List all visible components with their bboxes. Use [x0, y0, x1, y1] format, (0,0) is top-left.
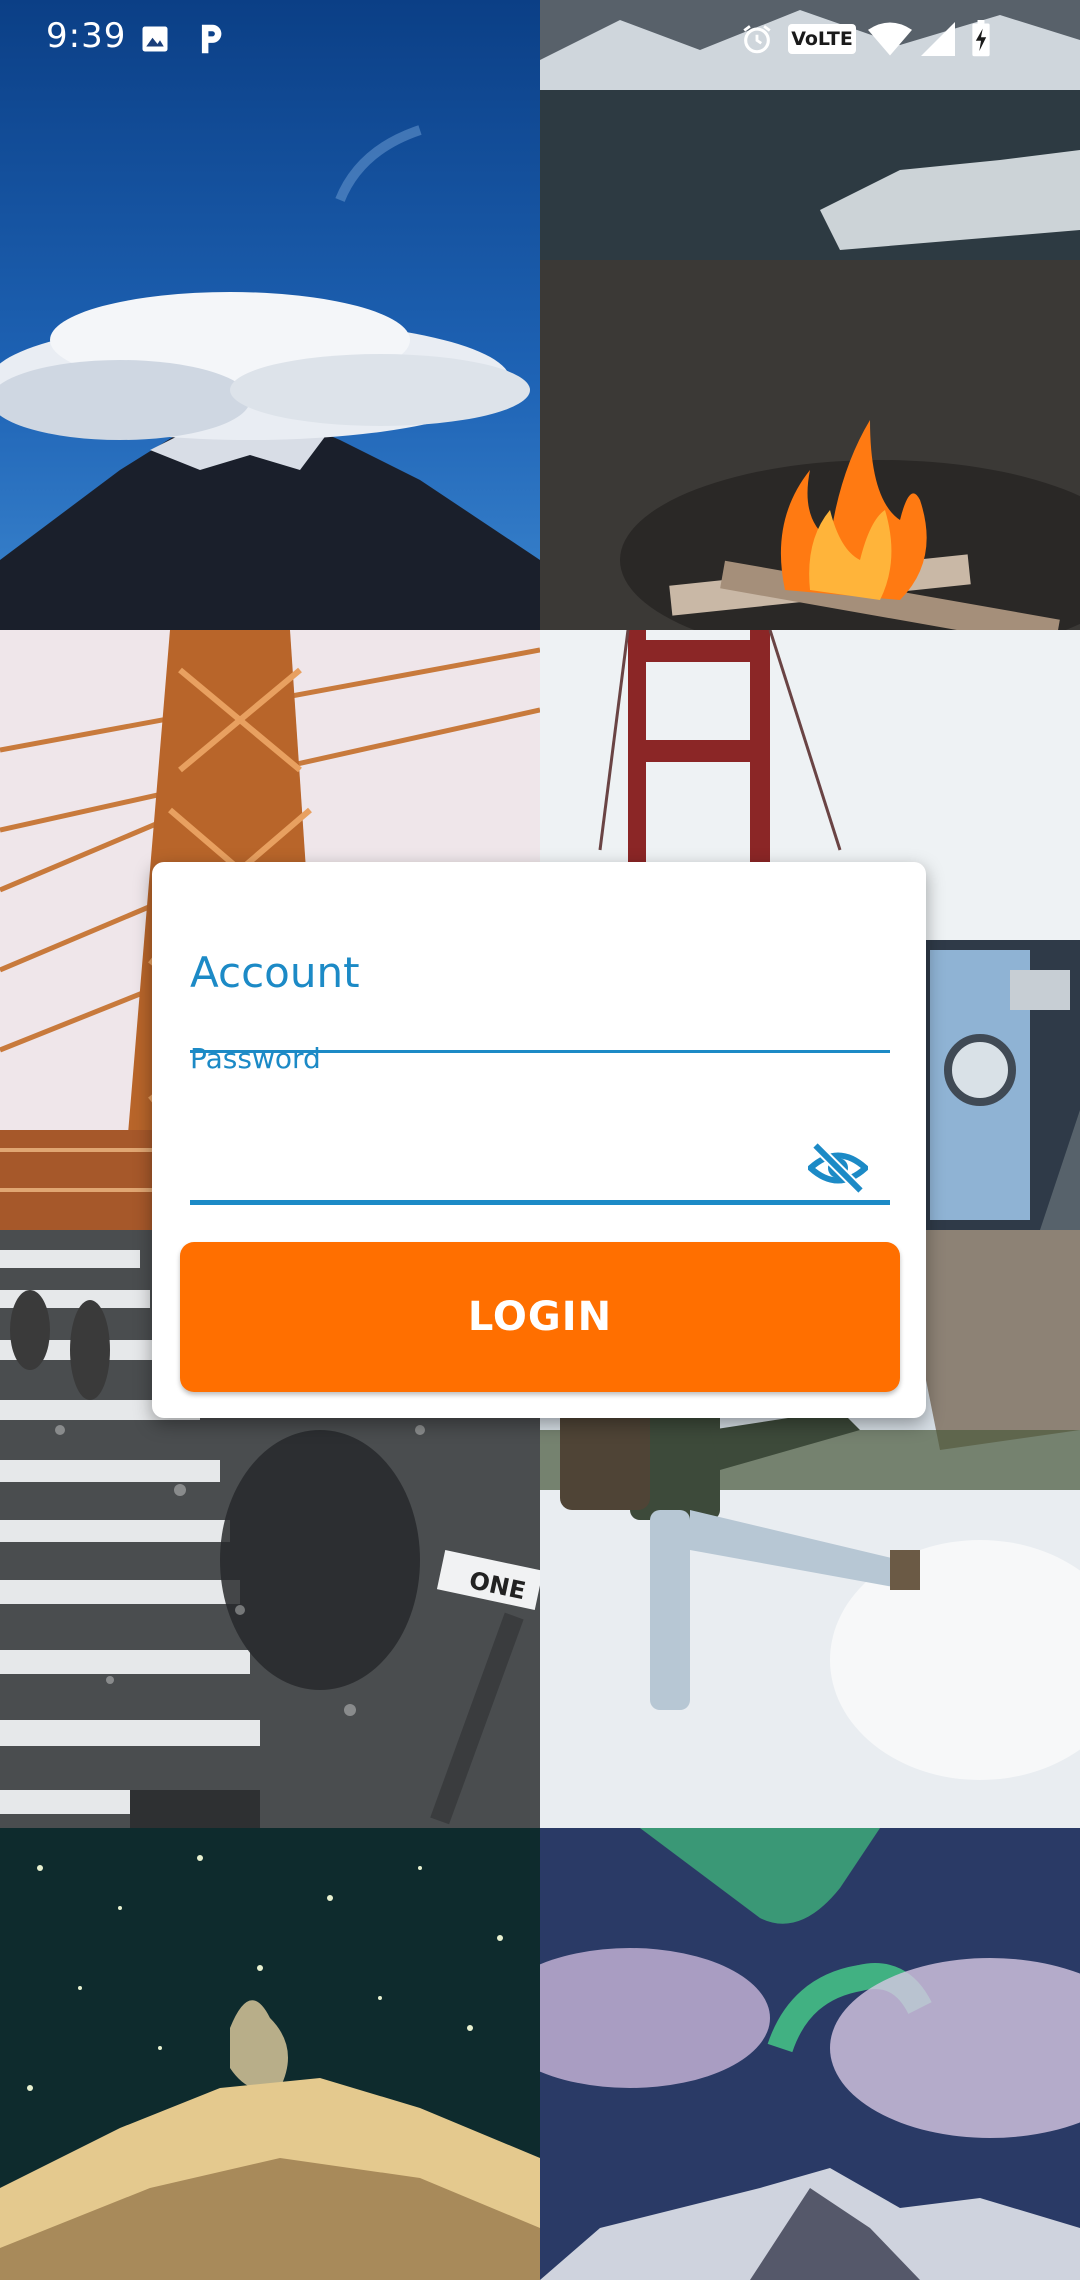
alarm-icon — [743, 25, 771, 54]
password-label: Password — [190, 1042, 321, 1075]
login-button[interactable]: LOGIN — [180, 1242, 900, 1392]
volte-icon: VoLTE — [788, 24, 856, 54]
visibility-off-icon[interactable] — [808, 1138, 868, 1198]
aurora-mountain-photo — [540, 1828, 1080, 2280]
account-field — [190, 922, 890, 1053]
parking-icon — [201, 24, 222, 54]
status-right-icons: VoLTE — [740, 20, 1040, 60]
campfire-lake-photo — [540, 0, 1080, 630]
signal-icon — [921, 22, 955, 56]
volcano-cloud-photo — [0, 0, 540, 630]
password-input[interactable] — [190, 1112, 810, 1182]
volte-label: VoLTE — [791, 28, 853, 50]
login-screen: ONE 9:39 VoLTE Account Password LOGIN — [0, 0, 1080, 2280]
wifi-icon — [868, 22, 912, 56]
account-input[interactable] — [190, 922, 890, 1022]
image-icon — [142, 26, 168, 52]
starry-mountain-photo — [0, 1828, 540, 2280]
login-card: Password LOGIN — [152, 862, 926, 1418]
battery-charging-icon — [972, 20, 990, 57]
status-time: 9:39 — [46, 16, 127, 56]
status-bar: 9:39 VoLTE — [0, 0, 1080, 80]
password-underline — [190, 1200, 890, 1205]
